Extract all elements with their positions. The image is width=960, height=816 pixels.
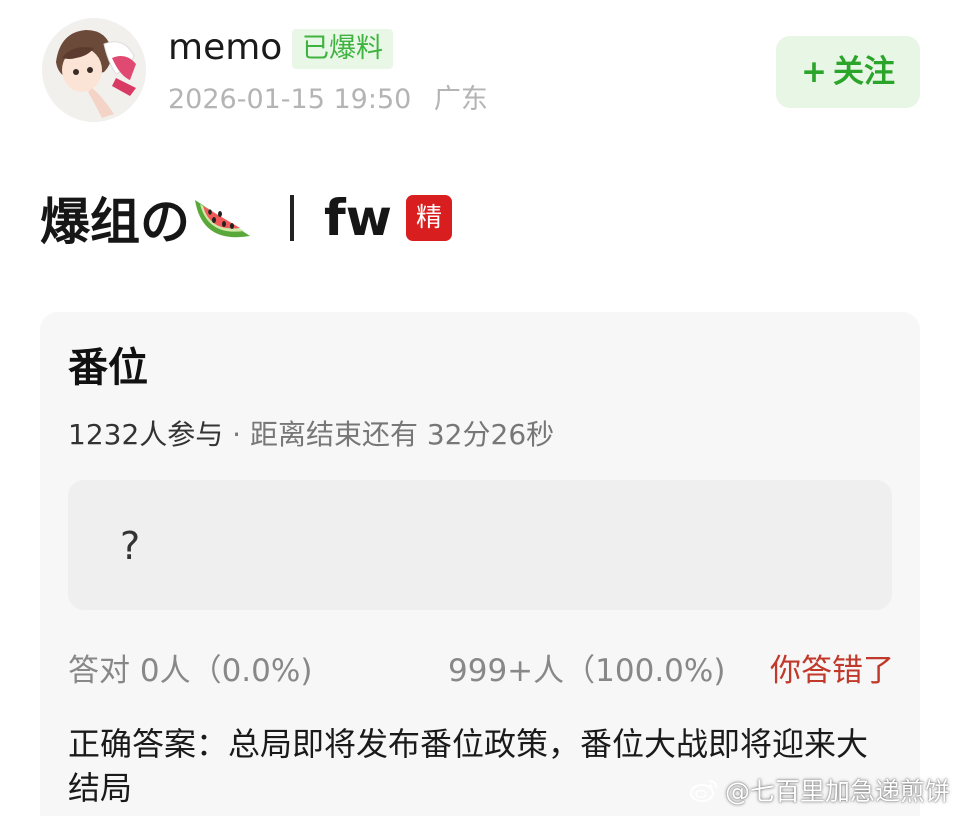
post-page: memo 已爆料 2026-01-15 19:50 广东 + 关注 爆组の fw …	[0, 0, 960, 816]
featured-badge: 精	[405, 195, 452, 241]
title-prefix: 爆组の	[40, 193, 190, 251]
watermark: @七百里加急递煎饼	[689, 772, 950, 808]
follow-button[interactable]: + 关注	[776, 36, 920, 108]
option-text: ?	[120, 524, 141, 568]
countdown-text: 距离结束还有 32分26秒	[249, 418, 555, 451]
post-title: 爆组の fw 精	[40, 186, 452, 251]
quiz-info: 1232人参与 · 距离结束还有 32分26秒	[68, 416, 554, 454]
quiz-card: 番位 1232人参与 · 距离结束还有 32分26秒 ? 答对 0人（0.0%)…	[40, 312, 920, 816]
anime-avatar-icon	[42, 18, 146, 122]
quiz-option[interactable]: ?	[68, 480, 892, 610]
title-separator	[290, 195, 294, 241]
participant-count: 1232人参与	[68, 418, 224, 451]
wrong-stats: 999+人（100.0%)	[448, 653, 726, 689]
weibo-icon	[689, 780, 717, 802]
post-meta: 2026-01-15 19:50 广东	[168, 82, 488, 118]
watermelon-icon	[195, 200, 250, 238]
result-label: 你答错了	[770, 653, 894, 689]
plus-icon: +	[801, 54, 827, 90]
post-date: 2026-01-15 19:50	[168, 84, 412, 115]
title-suffix: fw	[324, 189, 392, 247]
quiz-title: 番位	[68, 345, 148, 391]
user-avatar[interactable]	[42, 18, 146, 122]
watermark-text: @七百里加急递煎饼	[724, 777, 950, 806]
status-badge: 已爆料	[292, 29, 393, 69]
follow-label: 关注	[832, 54, 895, 90]
post-location: 广东	[433, 84, 488, 115]
info-separator: ·	[223, 418, 250, 451]
correct-stats: 答对 0人（0.0%)	[68, 653, 313, 689]
username[interactable]: memo	[168, 26, 282, 70]
